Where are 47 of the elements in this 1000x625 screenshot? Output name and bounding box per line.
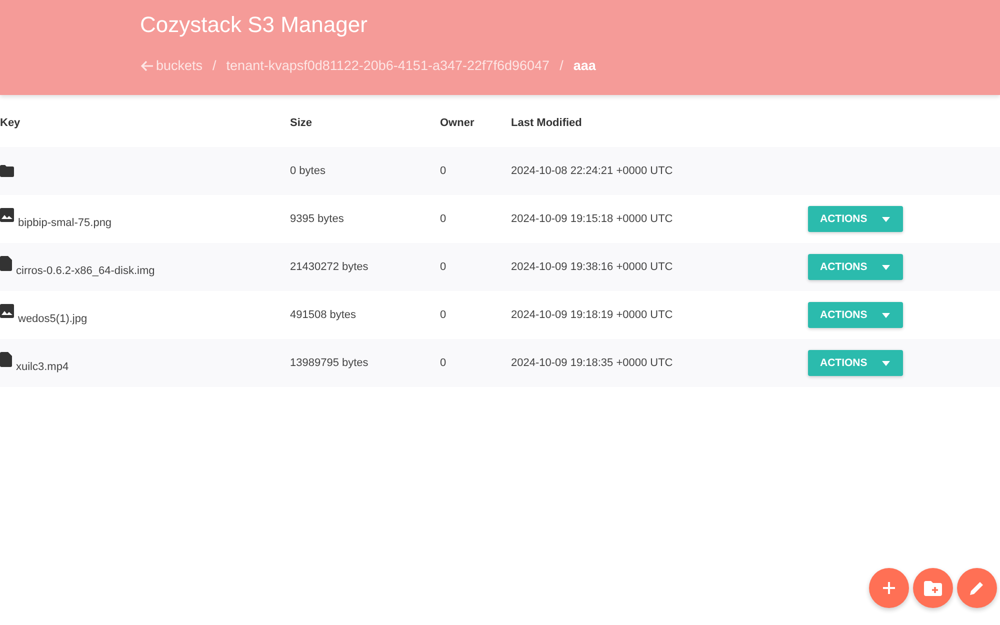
breadcrumb-current: aaa [573,58,596,73]
size-cell-text: 491508 bytes [290,309,358,321]
actions-button[interactable]: ACTIONS [808,254,903,280]
actions-button[interactable]: ACTIONS [808,206,903,232]
folder-plus-icon [924,580,942,596]
file-name: wedos5(1).jpg [18,312,88,324]
breadcrumb-separator: / [560,58,564,73]
size-cell-text: 21430272 bytes [290,261,370,273]
caret-icon [882,216,890,222]
breadcrumb-separator: / [212,58,216,73]
plus-icon [882,581,896,595]
modified-cell-text: 2024-10-08 22:24:21 +0000 UTC [511,165,674,177]
new-folder-button[interactable] [913,568,953,608]
app-title: Cozystack S3 Manager [140,11,368,39]
modified-cell-text: 2024-10-09 19:18:19 +0000 UTC [511,309,674,321]
file-name: bipbip-smal-75.png [18,216,112,228]
file-icon [0,352,12,366]
size-cell-text: 13989795 bytes [290,357,370,369]
modified-cell-text: 2024-10-09 19:15:18 +0000 UTC [511,213,674,225]
column-header: Size [290,117,314,129]
add-button[interactable] [869,568,909,608]
size-cell-text: 9395 bytes [290,213,345,225]
back-link[interactable]: buckets [140,58,203,73]
edit-button[interactable] [957,568,997,608]
modified-cell-text: 2024-10-09 19:18:35 +0000 UTC [511,357,674,369]
caret-icon [882,312,890,318]
breadcrumb-link[interactable]: tenant-kvapsf0d81122-20b6-4151-a347-22f7f6d96047 [226,58,550,73]
file-name: xuilc3.mp4 [16,360,69,372]
column-header: Last Modified [511,117,583,129]
folder-icon [0,165,14,177]
owner-cell-text: 0 [440,213,448,225]
column-header: Owner [440,117,476,129]
file-name: cirros-0.6.2-x86_64-disk.img [16,264,155,276]
caret-icon [882,360,890,366]
modified-cell-text: 2024-10-09 19:38:16 +0000 UTC [511,261,674,273]
actions-button[interactable]: ACTIONS [808,302,903,328]
owner-cell-text: 0 [440,309,448,321]
file-icon [0,256,12,270]
owner-cell-text: 0 [440,165,448,177]
column-header: Key [0,117,22,129]
caret-icon [882,264,890,270]
size-cell-text: 0 bytes [290,165,326,177]
pencil-icon [969,580,985,596]
actions-button[interactable]: ACTIONS [808,350,903,376]
owner-cell-text: 0 [440,357,448,369]
owner-cell-text: 0 [440,261,448,273]
arrow-left-icon [140,58,154,72]
